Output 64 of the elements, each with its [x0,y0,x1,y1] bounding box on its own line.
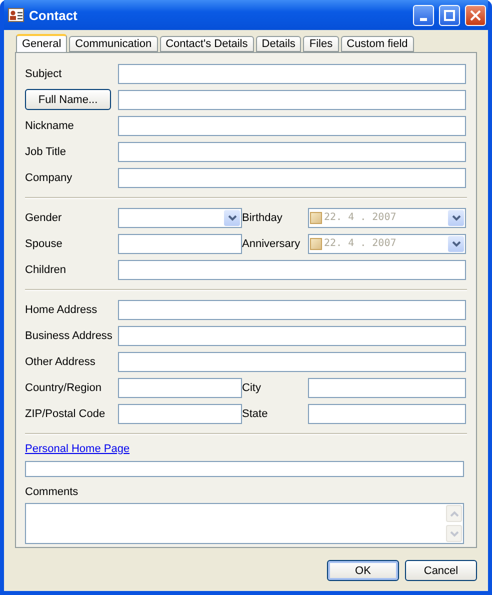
field-label: Subject [25,68,63,80]
text-field[interactable] [118,64,466,84]
field-label: Other Address [25,356,96,368]
field-label: City [242,382,262,394]
tab[interactable]: Custom field [340,36,414,52]
field-label: Job Title [25,146,67,158]
text-field[interactable] [118,300,466,320]
comments-field[interactable] [25,503,464,544]
tab[interactable]: Contact's Details [160,36,254,52]
field-label: Home Address [25,304,98,316]
window-title: Contact [29,8,78,22]
text-field[interactable] [118,378,242,398]
scroll-down-button[interactable] [446,525,462,542]
full-name-button[interactable]: Full Name... [25,89,111,110]
home-page-link[interactable]: Personal Home Page [25,443,467,455]
field-label: Children [25,264,67,276]
dropdown-arrow-button[interactable] [448,236,464,252]
cancel-button[interactable]: Cancel [405,560,477,581]
close-button[interactable] [465,4,486,26]
minimize-button[interactable] [413,4,434,26]
field-label: Comments [25,486,80,498]
field-label: ZIP/Postal Code [25,408,106,420]
down-chevron-icon [450,530,458,536]
text-field[interactable] [118,352,466,372]
text-field[interactable] [118,260,466,280]
field-label: Business Address [25,330,114,342]
down-chevron-icon [452,214,460,220]
scroll-up-button[interactable] [446,505,462,522]
field-label: Country/Region [25,382,102,394]
tab[interactable]: Details [256,36,302,52]
down-chevron-icon [228,214,236,220]
dropdown-arrow-button[interactable] [224,210,240,226]
text-field[interactable] [118,142,466,162]
date-checkbox[interactable] [310,212,322,224]
field-label: Company [25,172,74,184]
field-label: Birthday [242,212,284,224]
date-checkbox[interactable] [310,238,322,250]
down-chevron-icon [452,240,460,246]
maximize-icon [444,10,455,20]
close-icon [470,10,481,20]
tab[interactable]: Files [303,36,339,52]
minimize-icon [420,18,427,20]
up-chevron-icon [450,510,458,516]
text-field[interactable] [118,404,242,424]
text-field[interactable] [308,378,466,398]
text-field[interactable] [118,234,242,254]
field-label: Nickname [25,120,75,132]
text-field[interactable] [118,326,466,346]
home-page-field[interactable] [25,461,464,477]
field-label: State [242,408,269,420]
contact-card-icon [8,8,24,22]
dropdown-arrow-button[interactable] [448,210,464,226]
text-field[interactable] [118,116,466,136]
field-label: Gender [25,212,63,224]
field-label: Anniversary [242,238,302,250]
dropdown-field[interactable] [118,208,242,228]
tab[interactable]: Communication [69,36,158,52]
ok-button[interactable]: OK [327,560,399,581]
text-field[interactable] [308,404,466,424]
field-label: Spouse [25,238,64,250]
tab[interactable]: General [16,34,68,52]
text-field[interactable] [118,90,466,110]
maximize-button[interactable] [439,4,460,26]
text-field[interactable] [118,168,466,188]
